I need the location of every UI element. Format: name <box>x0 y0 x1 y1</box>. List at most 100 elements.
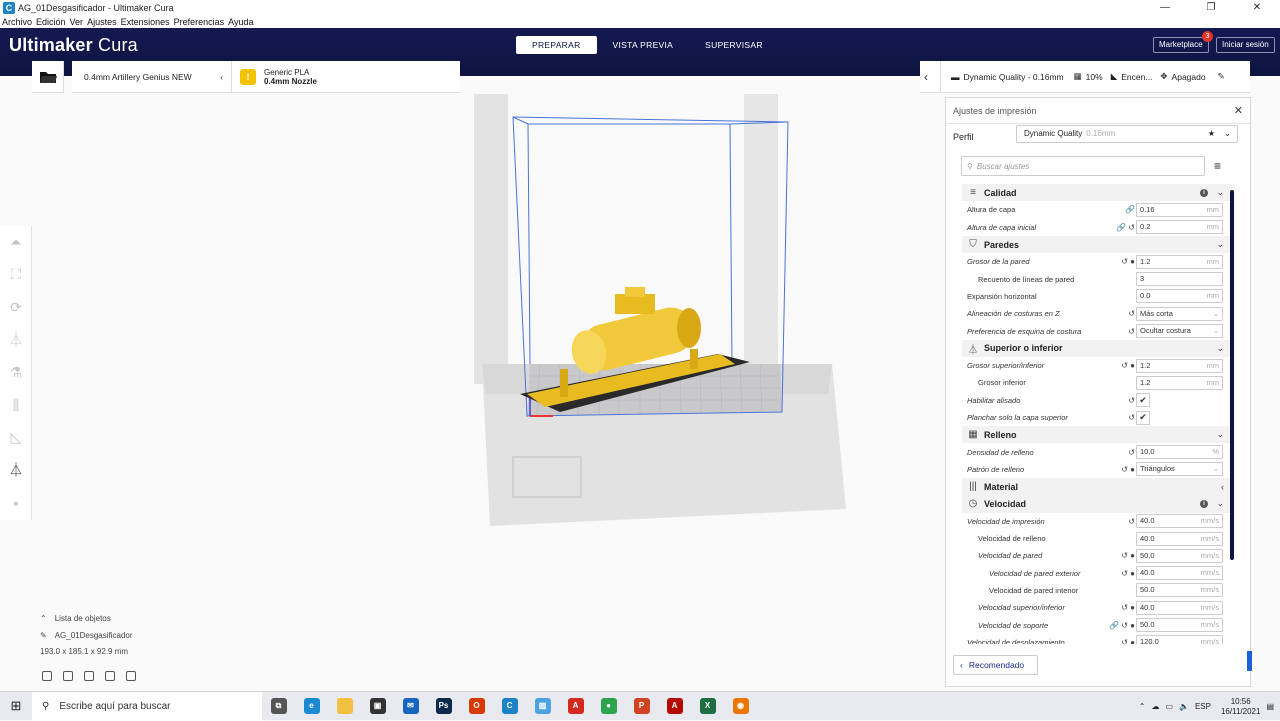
setting-checkbox[interactable]: ✔ <box>1136 393 1150 408</box>
setting-value-field[interactable]: 50.0 mm/s <box>1136 548 1223 563</box>
notifications-icon[interactable]: ▤ <box>1266 702 1274 711</box>
info-icon[interactable]: i <box>1200 499 1208 508</box>
menu-ver[interactable]: Ver <box>70 17 84 27</box>
setting-action-icons[interactable]: ↺ ● <box>1105 603 1135 612</box>
category-header[interactable]: ▦ Relleno ⌄ <box>962 426 1232 444</box>
tree-support-icon[interactable]: ◺ <box>0 422 32 455</box>
setting-action-icons[interactable]: ↺ ● <box>1105 361 1135 370</box>
settings-menu-icon[interactable]: ≡ <box>1214 159 1221 173</box>
setting-value-field[interactable]: Más corta ⌄ <box>1136 306 1223 321</box>
taskbar-app[interactable]: C <box>493 692 526 721</box>
view-left-icon[interactable] <box>105 671 115 681</box>
setting-value-field[interactable]: 50.0 mm/s <box>1136 618 1223 633</box>
view-right-icon[interactable] <box>126 671 136 681</box>
menu-archivo[interactable]: Archivo <box>2 17 32 27</box>
open-file-button[interactable] <box>32 61 64 93</box>
taskbar-app[interactable]: ▨ <box>526 692 559 721</box>
taskbar-app[interactable]: O <box>460 692 493 721</box>
star-icon[interactable]: ★ <box>1208 126 1215 142</box>
setting-value-field[interactable]: 1.2 mm <box>1136 375 1223 390</box>
setting-value-field[interactable]: 0.0 mm <box>1136 289 1223 304</box>
setting-action-icons[interactable]: 🔗 <box>1105 205 1135 214</box>
recommended-button[interactable]: ‹ Recomendado <box>953 655 1038 675</box>
taskbar-app[interactable]: ◉ <box>724 692 757 721</box>
menu-extensiones[interactable]: Extensiones <box>121 17 170 27</box>
tab-supervisar[interactable]: SUPERVISAR <box>689 36 779 54</box>
profile-dropdown[interactable]: Dynamic Quality 0.16mm ★ ⌄ <box>1016 125 1238 143</box>
chevron-up-icon[interactable]: ⌃ <box>1139 702 1146 711</box>
setting-action-icons[interactable]: ↺ ● <box>1105 638 1135 644</box>
taskbar-app[interactable]: ● <box>592 692 625 721</box>
object-name[interactable]: AG_01Desgasificador <box>55 631 133 640</box>
setting-value-field[interactable]: 40.0 mm/s <box>1136 531 1223 546</box>
setting-value-field[interactable]: 0.2 mm <box>1136 220 1223 235</box>
taskbar-app[interactable]: X <box>691 692 724 721</box>
category-header[interactable]: ≡ Calidad i ⌄ <box>962 184 1232 202</box>
setting-value-field[interactable]: 40.0 mm/s <box>1136 514 1223 529</box>
marketplace-button[interactable]: Marketplace <box>1153 37 1209 53</box>
printer-selector[interactable]: 0.4mm Artillery Genius NEW ‹ <box>72 61 232 93</box>
setting-value-field[interactable]: 3 <box>1136 272 1223 287</box>
restore-icon[interactable]: ❐ <box>1188 0 1234 15</box>
clock[interactable]: 10:56 16/11/2021 <box>1221 697 1260 717</box>
category-header[interactable]: ◷ Velocidad i ⌄ <box>962 495 1232 513</box>
mirror-tool-icon[interactable]: ⏃ <box>0 324 32 357</box>
taskbar-app[interactable]: Ps <box>427 692 460 721</box>
material-selector[interactable]: ! Generic PLA 0.4mm Nozzle <box>232 61 460 93</box>
tab-vista-previa[interactable]: VISTA PREVIA <box>597 36 690 54</box>
volume-icon[interactable]: 🔈 <box>1179 702 1189 711</box>
minimize-icon[interactable]: — <box>1142 0 1188 15</box>
setting-value-field[interactable]: Triángulos ⌄ <box>1136 462 1223 477</box>
setting-value-field[interactable]: 120.0 mm/s <box>1136 635 1223 644</box>
network-icon[interactable]: ▭ <box>1165 702 1173 711</box>
support-blocker-icon[interactable]: ⫼ <box>0 389 32 422</box>
cutting-tool-icon[interactable]: ▪ <box>0 487 32 520</box>
taskbar-app[interactable]: e <box>295 692 328 721</box>
taskbar-app[interactable]: A <box>658 692 691 721</box>
close-icon[interactable]: ✕ <box>1234 104 1243 117</box>
setting-action-icons[interactable]: ↺ ● <box>1105 551 1135 560</box>
setting-value-field[interactable]: 50.0 mm/s <box>1136 583 1223 598</box>
menu-edicion[interactable]: Edición <box>36 17 66 27</box>
setting-value-field[interactable]: 0.16 mm <box>1136 202 1223 217</box>
windows-start-icon[interactable]: ⊞ <box>0 698 32 714</box>
setting-value-field[interactable]: 40.0 mm/s <box>1136 566 1223 581</box>
setting-value-field[interactable]: 40.0 mm/s <box>1136 600 1223 615</box>
taskbar-search-box[interactable]: ⚲ Escribe aquí para buscar <box>32 691 262 721</box>
setting-action-icons[interactable]: ↺ <box>1105 396 1135 405</box>
setting-action-icons[interactable]: 🔗 ↺ ● <box>1105 621 1135 630</box>
taskbar-app[interactable]: ⧉ <box>262 692 295 721</box>
custom-support-icon[interactable]: ⏃ <box>0 454 32 487</box>
taskbar-app[interactable]: ▣ <box>361 692 394 721</box>
tab-preparar[interactable]: PREPARAR <box>516 36 597 54</box>
lang-indicator[interactable]: ESP <box>1195 702 1211 711</box>
3d-viewport[interactable] <box>0 94 944 690</box>
menu-ayuda[interactable]: Ayuda <box>228 17 253 27</box>
setting-action-icons[interactable]: ↺ <box>1105 413 1135 422</box>
category-header[interactable]: ⏃ Superior o inferior ⌄ <box>962 339 1232 357</box>
taskbar-app[interactable] <box>328 692 361 721</box>
setting-value-field[interactable]: 10.0% <box>1136 445 1223 460</box>
setting-action-icons[interactable]: ↺ <box>1105 517 1135 526</box>
setting-action-icons[interactable]: ↺ ● <box>1105 257 1135 266</box>
print-setup-selector[interactable]: ‹ ▬ Dynamic Quality - 0.16mm ▦ 10% ◣ Enc… <box>920 60 1250 93</box>
scale-tool-icon[interactable]: ⛶ <box>0 259 32 292</box>
view-front-icon[interactable] <box>63 671 73 681</box>
signin-button[interactable]: Iniciar sesión <box>1216 37 1275 53</box>
setting-value-field[interactable]: Ocultar costura ⌄ <box>1136 324 1223 339</box>
info-icon[interactable]: i <box>1200 188 1208 197</box>
menu-preferencias[interactable]: Preferencias <box>174 17 225 27</box>
rotate-tool-icon[interactable]: ⟳ <box>0 291 32 324</box>
category-header[interactable]: ⛉ Paredes ⌄ <box>962 235 1232 254</box>
menu-ajustes[interactable]: Ajustes <box>87 17 117 27</box>
setting-action-icons[interactable]: ↺ ● <box>1105 569 1135 578</box>
setting-checkbox[interactable]: ✔ <box>1136 410 1150 425</box>
move-tool-icon[interactable]: ⏶ <box>0 226 32 259</box>
per-model-settings-icon[interactable]: ⚗ <box>0 356 32 389</box>
settings-scrollbar[interactable] <box>1230 190 1234 560</box>
cloud-icon[interactable]: ☁ <box>1151 702 1159 711</box>
slice-button-edge[interactable] <box>1247 651 1252 671</box>
setting-action-icons[interactable]: ↺ <box>1105 309 1135 318</box>
category-header[interactable]: ||| Material ‹ <box>962 478 1232 496</box>
view-top-icon[interactable] <box>84 671 94 681</box>
